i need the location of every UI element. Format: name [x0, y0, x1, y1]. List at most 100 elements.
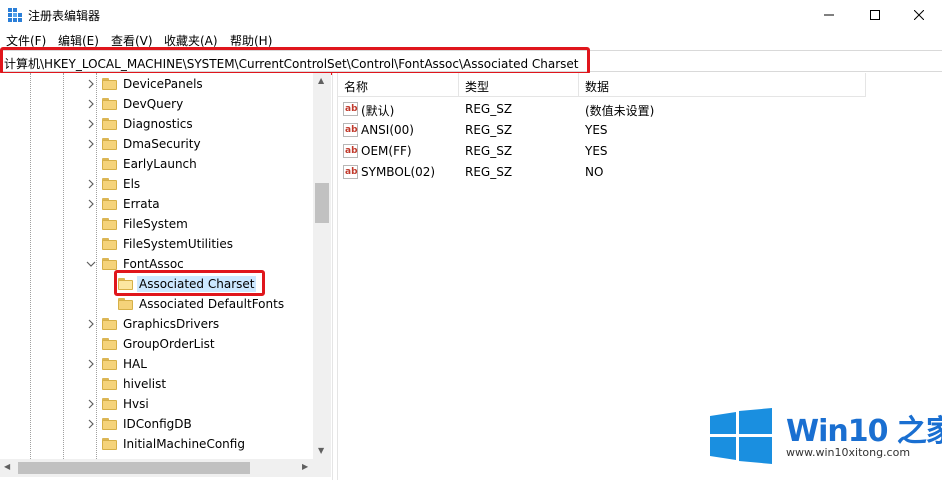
scroll-right-icon[interactable]: ▶ — [302, 462, 308, 471]
tree-item[interactable]: GraphicsDrivers — [88, 314, 221, 334]
tree-horizontal-scrollbar[interactable]: ◀ ▶ — [0, 459, 331, 477]
chevron-right-icon[interactable] — [86, 179, 96, 189]
column-separator[interactable] — [578, 73, 579, 97]
tree-guide-line — [63, 73, 64, 459]
scroll-left-icon[interactable]: ◀ — [4, 462, 10, 471]
folder-icon — [102, 158, 117, 170]
maximize-button[interactable] — [852, 0, 898, 30]
chevron-right-icon[interactable] — [86, 79, 96, 89]
folder-icon — [102, 318, 117, 330]
window-title: 注册表编辑器 — [28, 9, 101, 23]
value-data: YES — [585, 144, 608, 158]
minimize-button[interactable] — [806, 0, 852, 30]
tree-item-label: IDConfigDB — [123, 417, 192, 431]
tree-item-label: InitialMachineConfig — [123, 437, 245, 451]
chevron-right-icon[interactable] — [86, 399, 96, 409]
tree-item[interactable]: EarlyLaunch — [102, 154, 199, 174]
value-name: OEM(FF) — [361, 144, 412, 158]
list-item[interactable]: ab (默认) REG_SZ (数值未设置) — [338, 99, 866, 120]
value-name: ANSI(00) — [361, 123, 414, 137]
list-item[interactable]: ab SYMBOL(02) REG_SZ NO — [338, 162, 866, 183]
tree-item-label: hivelist — [123, 377, 167, 391]
list-item[interactable]: ab OEM(FF) REG_SZ YES — [338, 141, 866, 162]
folder-icon — [102, 178, 117, 190]
chevron-down-icon[interactable] — [86, 259, 96, 269]
chevron-right-icon[interactable] — [86, 199, 96, 209]
tree-item[interactable]: hivelist — [102, 374, 168, 394]
scroll-down-icon[interactable]: ▼ — [318, 446, 324, 455]
tree-vertical-scroll-thumb[interactable] — [315, 183, 329, 223]
tree-item[interactable]: Associated DefaultFonts — [118, 294, 286, 314]
tree-item[interactable]: DevQuery — [88, 94, 185, 114]
tree-item-label: DevQuery — [123, 97, 184, 111]
tree-horizontal-scroll-thumb[interactable] — [18, 462, 250, 474]
folder-icon — [102, 338, 117, 350]
value-name: SYMBOL(02) — [361, 165, 436, 179]
tree-item-label: Diagnostics — [123, 117, 193, 131]
column-header-type[interactable]: 类型 — [465, 78, 489, 95]
column-header-data[interactable]: 数据 — [585, 78, 609, 95]
folder-icon — [102, 118, 117, 130]
scroll-up-icon[interactable]: ▲ — [318, 76, 324, 85]
chevron-right-icon[interactable] — [86, 359, 96, 369]
folder-icon — [102, 398, 117, 410]
column-separator[interactable] — [865, 73, 866, 97]
chevron-right-icon[interactable] — [86, 119, 96, 129]
folder-icon — [102, 358, 117, 370]
folder-icon — [102, 98, 117, 110]
tree-item[interactable]: Els — [88, 174, 142, 194]
close-icon — [914, 10, 924, 20]
watermark-title: Win10 之家 — [786, 414, 942, 449]
tree-item-label: GroupOrderList — [123, 337, 215, 351]
tree-item[interactable]: Hvsi — [88, 394, 151, 414]
tree-item-label: Associated DefaultFonts — [139, 297, 285, 311]
string-value-icon: ab — [343, 144, 358, 158]
title-bar: 注册表编辑器 — [0, 0, 942, 30]
value-type: REG_SZ — [465, 102, 513, 116]
minimize-icon — [824, 14, 834, 16]
value-type: REG_SZ — [465, 123, 513, 137]
string-value-icon: ab — [343, 102, 358, 116]
tree-item-label: GraphicsDrivers — [123, 317, 220, 331]
tree-item-label: Els — [123, 177, 141, 191]
tree-item[interactable]: GroupOrderList — [102, 334, 217, 354]
chevron-right-icon[interactable] — [86, 319, 96, 329]
tree-item[interactable]: FileSystemUtilities — [102, 234, 235, 254]
tree-item-label: Errata — [123, 197, 160, 211]
tree-guide-line — [96, 73, 97, 459]
folder-icon — [118, 298, 133, 310]
value-type: REG_SZ — [465, 165, 513, 179]
value-type: REG_SZ — [465, 144, 513, 158]
tree-item[interactable]: Errata — [88, 194, 162, 214]
chevron-right-icon[interactable] — [86, 139, 96, 149]
maximize-icon — [870, 10, 880, 20]
list-item[interactable]: ab ANSI(00) REG_SZ YES — [338, 120, 866, 141]
close-button[interactable] — [896, 0, 942, 30]
column-separator[interactable] — [458, 73, 459, 97]
string-value-icon: ab — [343, 165, 358, 179]
tree-item[interactable]: HAL — [88, 354, 149, 374]
selected-key-highlight-box — [114, 270, 265, 296]
folder-icon — [102, 198, 117, 210]
tree-item[interactable]: IDConfigDB — [88, 414, 194, 434]
chevron-right-icon[interactable] — [86, 419, 96, 429]
tree-vertical-scrollbar[interactable]: ▲ ▼ — [313, 73, 331, 459]
folder-icon — [102, 438, 117, 450]
tree-item[interactable]: Diagnostics — [88, 114, 195, 134]
tree-item-label: DmaSecurity — [123, 137, 201, 151]
folder-icon — [102, 418, 117, 430]
tree-item[interactable]: DevicePanels — [88, 74, 205, 94]
tree-item-label: DevicePanels — [123, 77, 203, 91]
chevron-right-icon[interactable] — [86, 99, 96, 109]
column-header-name[interactable]: 名称 — [344, 78, 368, 95]
tree-item[interactable]: InitialMachineConfig — [102, 434, 247, 454]
folder-icon — [102, 218, 117, 230]
tree-item-label: EarlyLaunch — [123, 157, 197, 171]
tree-item[interactable]: FileSystem — [102, 214, 190, 234]
address-highlight-box — [0, 47, 590, 75]
tree-item-label: FileSystemUtilities — [123, 237, 233, 251]
folder-icon — [102, 258, 117, 270]
folder-icon — [102, 238, 117, 250]
tree-item[interactable]: DmaSecurity — [88, 134, 203, 154]
string-value-icon: ab — [343, 123, 358, 137]
